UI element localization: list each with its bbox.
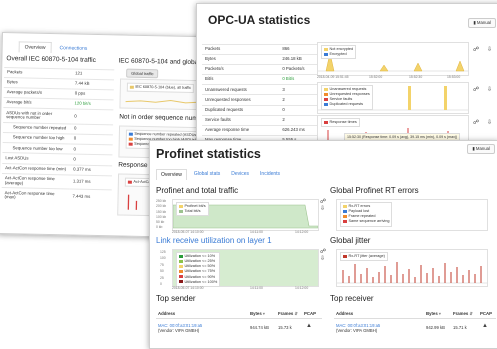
table-row: Bit/s0 Bit/s [202, 75, 322, 85]
column-pcap: PCAP [480, 311, 492, 316]
download-icon[interactable]: ⇩ [487, 119, 492, 126]
utilization-legend: Utilization <= 10% Utilization <= 25% Ut… [176, 252, 220, 287]
divider [156, 318, 322, 319]
tab-devices[interactable]: Devices [227, 169, 253, 180]
manual-button[interactable]: ▮ Manual [467, 144, 495, 154]
tab-incidents[interactable]: Incidents [256, 169, 284, 180]
section-rt-errors: Global Profinet RT errors [330, 186, 419, 195]
axis-tick: 14:11:00 [250, 286, 263, 290]
sort-icon: ⇵ [470, 311, 473, 316]
profinet-tabs: Overview Global stats Devices Incidents [156, 169, 284, 180]
y-axis-ticks: 250 kb200 kb150 kb100 kb50 kb0 kb [156, 199, 166, 231]
sort-desc-icon: ▾ [439, 311, 441, 316]
receiver-bytes: 942.99 kB [426, 325, 445, 330]
chart-actions: ☍ ⇩ [320, 249, 326, 263]
iec-traffic-heading: Overall IEC 60870-5-104 traffic [6, 55, 96, 64]
sender-bytes: 944.74 kB [250, 325, 269, 330]
column-frames[interactable]: Frames ⇵ [453, 311, 473, 316]
zoom-icon[interactable]: ☍ [473, 86, 479, 93]
axis-tick: 2018-05-07 14:10:00 [172, 230, 203, 234]
book-icon: ▮ [472, 146, 474, 151]
page-title: OPC-UA statistics [208, 13, 310, 27]
opcua-errors-chart: Unanswered requests Unrequested response… [317, 82, 469, 114]
column-address[interactable]: Address [336, 311, 353, 316]
axis-tick: 15:52:00 [369, 75, 382, 79]
rt-errors-legend: Rx-RT errors Payload lost Frame repeated… [340, 202, 392, 227]
jitter-legend: Rx-RT jitter (average) [340, 252, 388, 261]
zoom-icon[interactable]: ☍ [473, 46, 479, 53]
y-axis-ticks: 1251007550250 [160, 249, 166, 287]
sender-frames: 15.73 k [278, 325, 292, 330]
tab-overview[interactable]: Overview [156, 169, 187, 180]
table-row: Duplicated requests0 [202, 105, 322, 115]
column-bytes[interactable]: Bytes ▾ [250, 311, 265, 316]
table-row: Packets/s0 Packets/s [202, 65, 322, 75]
axis-tick: 2018-05-07 14:10:00 [172, 286, 203, 290]
book-icon: ▮ [473, 20, 475, 25]
profinet-traffic-legend: Profinet bit/s Total bit/s [176, 202, 209, 216]
sender-vendor: (Vendor: VIPA GMBH) [158, 328, 202, 333]
chart-actions: ☍ ⇩ [320, 199, 326, 213]
opcua-stats-table: Packets866 Bytes246.18 kB Packets/s0 Pac… [202, 44, 322, 145]
table-row: Service faults2 [202, 115, 322, 125]
download-icon[interactable]: ⇩ [320, 256, 326, 263]
download-icon[interactable]: ▲ [482, 323, 488, 329]
iec-traffic-legend: IEC 60870-5-104 (blue), all traffic [127, 83, 195, 94]
section-link-utilization[interactable]: Link receive utilization on layer 1 [156, 236, 272, 245]
encryption-legend: Not encrypted Encrypted [321, 45, 356, 59]
receiver-frames: 15.71 k [453, 325, 467, 330]
zoom-icon[interactable]: ☍ [320, 249, 326, 256]
sort-icon: ⇵ [295, 311, 298, 316]
divider [334, 318, 496, 319]
column-address[interactable]: Address [158, 311, 175, 316]
response-times-legend: Response times [321, 118, 360, 127]
section-top-sender: Top sender [156, 294, 196, 303]
axis-tick: 2018-04-09 15:51:45 [317, 75, 348, 79]
table-row: MAC: 00:0f:a3:01:19:a5 (Vendor: VIPA GMB… [336, 323, 380, 334]
download-icon[interactable]: ▲ [306, 323, 312, 329]
link-utilization-chart: Utilization <= 10% Utilization <= 25% Ut… [172, 249, 319, 287]
column-frames[interactable]: Frames ⇵ [278, 311, 298, 316]
global-traffic-button[interactable]: Global traffic [126, 69, 159, 79]
rt-errors-chart: Rx-RT errors Payload lost Frame repeated… [336, 199, 488, 231]
download-icon[interactable]: ⇩ [320, 206, 326, 213]
table-row: Packets866 [202, 45, 322, 55]
section-profinet-traffic: Profinet and total traffic [156, 186, 238, 195]
errors-legend: Unanswered requests Unrequested response… [321, 85, 373, 110]
manual-button[interactable]: ▮ Manual [468, 18, 496, 28]
tab-overview[interactable]: Overview [19, 41, 52, 53]
profinet-statistics-window: Profinet statistics ▮ Manual Overview Gl… [149, 140, 497, 349]
table-row: Bytes246.18 kB [202, 55, 322, 65]
profinet-traffic-chart: Profinet bit/s Total bit/s [172, 199, 319, 231]
tab-connections[interactable]: Connections [53, 42, 93, 54]
column-pcap: PCAP [304, 311, 316, 316]
page-title: Profinet statistics [156, 147, 261, 161]
jitter-chart: Rx-RT jitter (average) [336, 249, 488, 287]
sort-desc-icon: ▾ [263, 311, 265, 316]
section-global-jitter: Global jitter [330, 236, 370, 245]
zoom-icon[interactable]: ☍ [320, 199, 326, 206]
iec-tabs: Overview Connections [19, 41, 94, 54]
axis-tick: 14:11:00 [250, 230, 263, 234]
iec-stats-table: Packets121 Bytes7.44 kB Average packets/… [1, 67, 114, 205]
axis-tick: 14:12:00 [295, 230, 308, 234]
table-row: Average response time626.243 ms [202, 125, 322, 135]
receiver-vendor: (Vendor: VIPA GMBH) [336, 328, 380, 333]
table-row: MAC: 00:0f:a3:01:19:a5 (Vendor: VIPA GMB… [158, 323, 202, 334]
column-bytes[interactable]: Bytes ▾ [426, 311, 441, 316]
axis-tick: 14:12:00 [295, 286, 308, 290]
opcua-traffic-chart: Not encrypted Encrypted [317, 42, 469, 76]
zoom-icon[interactable]: ☍ [473, 119, 479, 126]
download-icon[interactable]: ⇩ [487, 46, 492, 53]
axis-tick: 15:53:00 [447, 75, 460, 79]
download-icon[interactable]: ⇩ [487, 86, 492, 93]
table-row: Unanswered requests3 [202, 85, 322, 95]
axis-tick: 15:52:30 [409, 75, 422, 79]
tab-global-stats[interactable]: Global stats [190, 169, 224, 180]
table-row: Act-ActCon response time (max)7.443 ms [1, 188, 111, 205]
table-row: Unrequested responses2 [202, 95, 322, 105]
section-top-receiver: Top receiver [330, 294, 374, 303]
